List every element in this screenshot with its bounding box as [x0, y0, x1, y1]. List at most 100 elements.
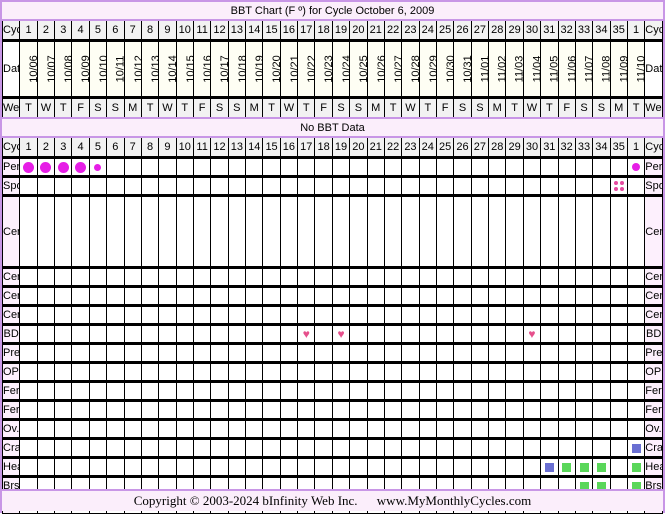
fertmon-cell[interactable]	[297, 399, 316, 420]
cerv-firm-cell[interactable]	[71, 285, 90, 306]
cramps-cell[interactable]	[106, 437, 125, 458]
bd-cell[interactable]	[279, 323, 299, 344]
cerv-firm-cell[interactable]	[453, 285, 472, 306]
ferning-cell[interactable]	[470, 380, 490, 401]
preg-test-cell[interactable]	[383, 342, 403, 363]
spotting-cell[interactable]	[574, 175, 594, 196]
preg-test-cell[interactable]	[210, 342, 229, 363]
ov-pain-cell[interactable]	[210, 418, 229, 439]
cerv-opn-cell[interactable]	[522, 304, 542, 325]
cerv-opn-cell[interactable]	[192, 304, 212, 325]
cerv-opn-cell[interactable]	[175, 304, 194, 325]
cerv-opn-cell[interactable]	[297, 304, 316, 325]
period-cell[interactable]	[505, 156, 524, 177]
cerv-pos-cell[interactable]	[574, 266, 594, 287]
fertmon-cell[interactable]	[262, 399, 281, 420]
ferning-cell[interactable]	[71, 380, 90, 401]
headache-cell[interactable]	[262, 456, 281, 477]
bd-cell[interactable]	[418, 323, 437, 344]
period-cell[interactable]	[435, 156, 455, 177]
cerv-firm-cell[interactable]	[314, 285, 333, 306]
cerv-fluid-cell[interactable]	[349, 194, 368, 268]
preg-test-cell[interactable]	[88, 342, 108, 363]
period-cell[interactable]	[297, 156, 316, 177]
cerv-fluid-cell[interactable]	[383, 194, 403, 268]
cerv-fluid-cell[interactable]	[175, 194, 194, 268]
cerv-fluid-cell[interactable]	[488, 194, 507, 268]
bd-cell[interactable]: ♥	[297, 323, 316, 344]
preg-test-cell[interactable]	[140, 342, 160, 363]
fertmon-cell[interactable]	[245, 399, 264, 420]
preg-test-cell[interactable]	[609, 342, 628, 363]
cramps-cell[interactable]	[297, 437, 316, 458]
bd-cell[interactable]	[470, 323, 490, 344]
cerv-firm-cell[interactable]	[36, 285, 56, 306]
period-cell[interactable]	[592, 156, 611, 177]
spotting-cell[interactable]	[314, 175, 333, 196]
ferning-cell[interactable]	[557, 380, 576, 401]
opk-cell[interactable]	[557, 361, 576, 382]
preg-test-cell[interactable]	[279, 342, 299, 363]
preg-test-cell[interactable]	[158, 342, 177, 363]
ferning-cell[interactable]	[175, 380, 194, 401]
cerv-fluid-cell[interactable]	[245, 194, 264, 268]
cramps-cell[interactable]	[175, 437, 194, 458]
cramps-cell[interactable]	[227, 437, 247, 458]
ferning-cell[interactable]	[36, 380, 56, 401]
cramps-cell[interactable]	[366, 437, 385, 458]
ferning-cell[interactable]	[262, 380, 281, 401]
opk-cell[interactable]	[505, 361, 524, 382]
preg-test-cell[interactable]	[71, 342, 90, 363]
bd-cell[interactable]	[123, 323, 142, 344]
ferning-cell[interactable]	[540, 380, 559, 401]
bd-cell[interactable]	[453, 323, 472, 344]
cerv-opn-cell[interactable]	[227, 304, 247, 325]
fertmon-cell[interactable]	[522, 399, 542, 420]
bd-cell[interactable]	[626, 323, 646, 344]
period-cell[interactable]	[88, 156, 108, 177]
ov-pain-cell[interactable]	[609, 418, 628, 439]
cerv-fluid-cell[interactable]	[106, 194, 125, 268]
opk-cell[interactable]	[140, 361, 160, 382]
preg-test-cell[interactable]	[401, 342, 420, 363]
headache-cell[interactable]	[36, 456, 56, 477]
cerv-pos-cell[interactable]	[522, 266, 542, 287]
period-cell[interactable]	[158, 156, 177, 177]
spotting-cell[interactable]	[488, 175, 507, 196]
cerv-opn-cell[interactable]	[366, 304, 385, 325]
spotting-cell[interactable]	[435, 175, 455, 196]
spotting-cell[interactable]	[123, 175, 142, 196]
bd-cell[interactable]	[383, 323, 403, 344]
ov-pain-cell[interactable]	[262, 418, 281, 439]
ferning-cell[interactable]	[626, 380, 646, 401]
spotting-cell[interactable]	[210, 175, 229, 196]
ferning-cell[interactable]	[505, 380, 524, 401]
preg-test-cell[interactable]	[19, 342, 38, 363]
cerv-firm-cell[interactable]	[366, 285, 385, 306]
cerv-fluid-cell[interactable]	[574, 194, 594, 268]
cerv-fluid-cell[interactable]	[331, 194, 351, 268]
cerv-fluid-cell[interactable]	[401, 194, 420, 268]
preg-test-cell[interactable]	[36, 342, 56, 363]
headache-cell[interactable]	[349, 456, 368, 477]
spotting-cell[interactable]	[383, 175, 403, 196]
cramps-cell[interactable]	[331, 437, 351, 458]
cerv-pos-cell[interactable]	[158, 266, 177, 287]
headache-cell[interactable]	[210, 456, 229, 477]
bd-cell[interactable]	[71, 323, 90, 344]
cerv-opn-cell[interactable]	[158, 304, 177, 325]
spotting-cell[interactable]	[71, 175, 90, 196]
cramps-cell[interactable]	[540, 437, 559, 458]
opk-cell[interactable]	[192, 361, 212, 382]
headache-cell[interactable]	[175, 456, 194, 477]
ov-pain-cell[interactable]	[557, 418, 576, 439]
cerv-opn-cell[interactable]	[140, 304, 160, 325]
period-cell[interactable]	[175, 156, 194, 177]
period-cell[interactable]	[19, 156, 38, 177]
fertmon-cell[interactable]	[19, 399, 38, 420]
cramps-cell[interactable]	[19, 437, 38, 458]
period-cell[interactable]	[140, 156, 160, 177]
ov-pain-cell[interactable]	[540, 418, 559, 439]
ferning-cell[interactable]	[488, 380, 507, 401]
ferning-cell[interactable]	[88, 380, 108, 401]
